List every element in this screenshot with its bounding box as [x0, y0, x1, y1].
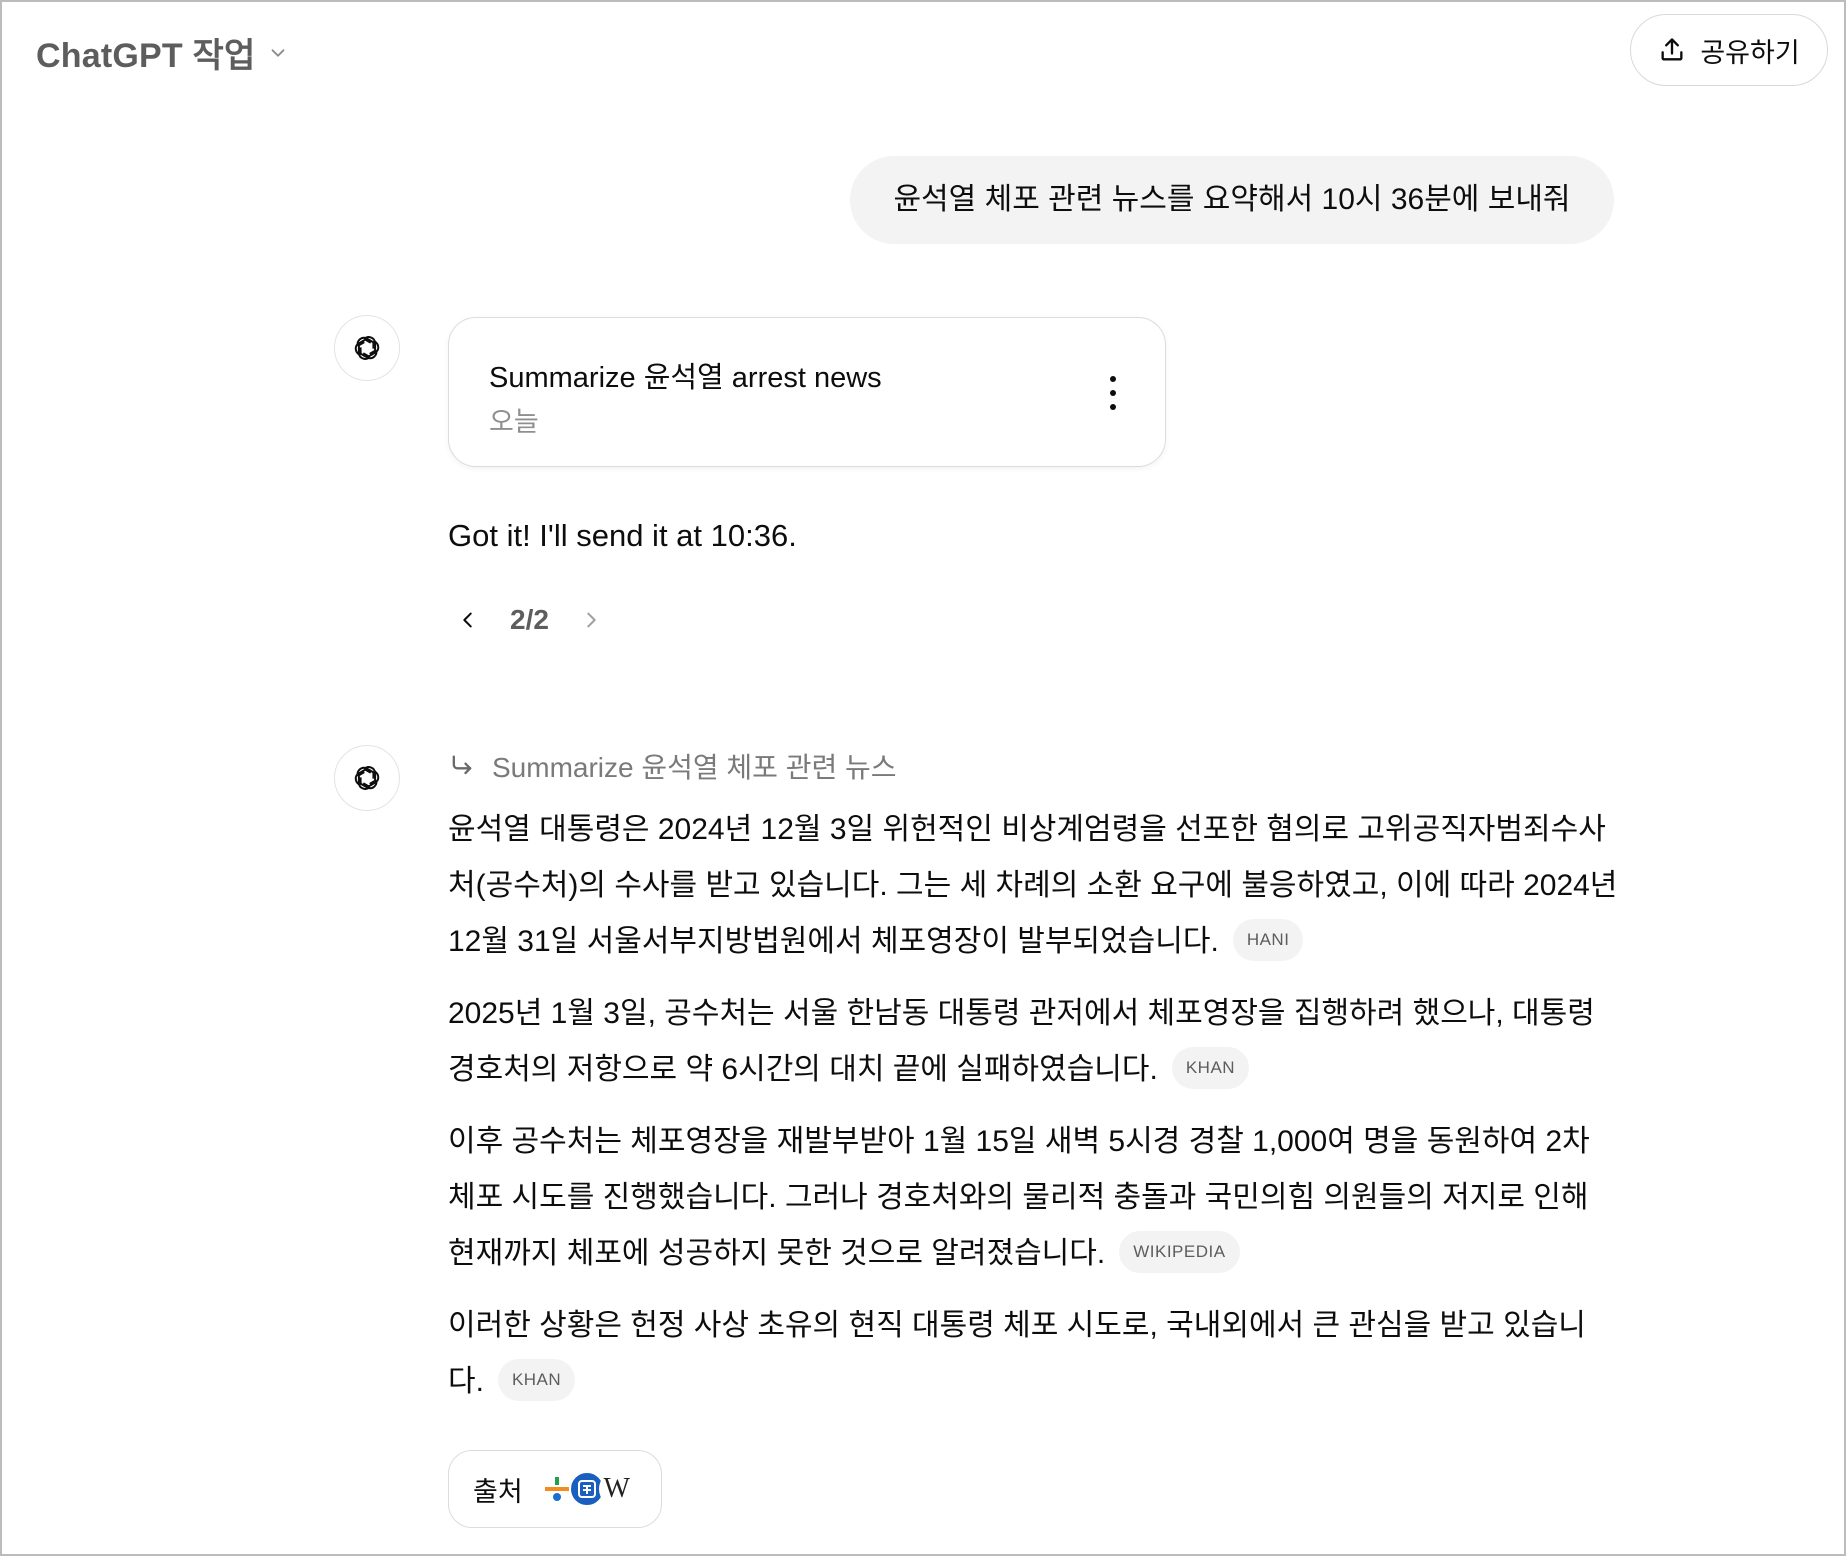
response-pager: 2/2 [448, 598, 611, 642]
assistant-answer: 윤석열 대통령은 2024년 12월 3일 위헌적인 비상계엄령을 선포한 혐의… [448, 802, 1618, 1426]
citation-badge[interactable]: KHAN [497, 1359, 576, 1402]
user-message: 윤석열 체포 관련 뉴스를 요약해서 10시 36분에 보내줘 [850, 156, 1614, 244]
sources-label: 출처 [473, 1476, 523, 1507]
share-icon [1661, 38, 1683, 61]
citation-badge[interactable]: KHAN [1171, 1047, 1250, 1090]
citation-badge[interactable]: WIKIPEDIA [1119, 1231, 1240, 1274]
sources-button[interactable]: 출처 W [448, 1450, 662, 1528]
wikipedia-icon: W [598, 1471, 635, 1507]
task-title: Summarize 윤석열 arrest news [489, 362, 882, 394]
task-card[interactable]: Summarize 윤석열 arrest news 오늘 [448, 317, 1166, 467]
task-date: 오늘 [489, 407, 539, 437]
task-reference-label: Summarize 윤석열 체포 관련 뉴스 [492, 752, 897, 783]
next-response-button[interactable] [571, 598, 611, 642]
answer-paragraph: 이후 공수처는 체포영장을 재발부받아 1월 15일 새벽 5시경 경찰 1,0… [448, 1114, 1618, 1282]
openai-logo-icon [354, 336, 380, 360]
chevron-down-icon [272, 48, 285, 57]
chevron-left-icon [463, 612, 472, 628]
model-title: ChatGPT 작업 [36, 37, 256, 75]
paragraph-text: 윤석열 대통령은 2024년 12월 3일 위헌적인 비상계엄령을 선포한 혐의… [448, 813, 1618, 958]
more-options-icon[interactable] [1107, 376, 1119, 410]
reply-arrow-icon [452, 755, 472, 775]
pager-label: 2/2 [510, 604, 549, 635]
task-reference[interactable]: Summarize 윤석열 체포 관련 뉴스 [448, 746, 897, 786]
previous-response-button[interactable] [448, 598, 488, 642]
chat-window: ChatGPT 작업 공유하기 윤석열 체포 관련 뉴스를 요약해서 10시 3… [0, 0, 1846, 1556]
share-label: 공유하기 [1700, 37, 1800, 68]
chevron-right-icon [587, 612, 596, 628]
source-icons: W [538, 1469, 643, 1509]
paragraph-text: 이러한 상황은 헌정 사상 초유의 현직 대통령 체포 시도로, 국내외에서 큰… [448, 1309, 1586, 1398]
paragraph-text: 2025년 1월 3일, 공수처는 서울 한남동 대통령 관저에서 체포영장을 … [448, 997, 1595, 1086]
openai-logo-icon [354, 766, 380, 790]
assistant-avatar [334, 745, 400, 811]
assistant-avatar [334, 315, 400, 381]
paragraph-text: 이후 공수처는 체포영장을 재발부받아 1월 15일 새벽 5시경 경찰 1,0… [448, 1125, 1590, 1270]
answer-paragraph: 이러한 상황은 헌정 사상 초유의 현직 대통령 체포 시도로, 국내외에서 큰… [448, 1298, 1618, 1410]
model-switcher[interactable]: ChatGPT 작업 [36, 28, 289, 77]
citation-badge[interactable]: HANI [1232, 919, 1304, 962]
share-button[interactable]: 공유하기 [1630, 14, 1828, 86]
assistant-reply: Got it! I'll send it at 10:36. [448, 518, 797, 553]
answer-paragraph: 2025년 1월 3일, 공수처는 서울 한남동 대통령 관저에서 체포영장을 … [448, 986, 1618, 1098]
answer-paragraph: 윤석열 대통령은 2024년 12월 3일 위헌적인 비상계엄령을 선포한 혐의… [448, 802, 1618, 970]
